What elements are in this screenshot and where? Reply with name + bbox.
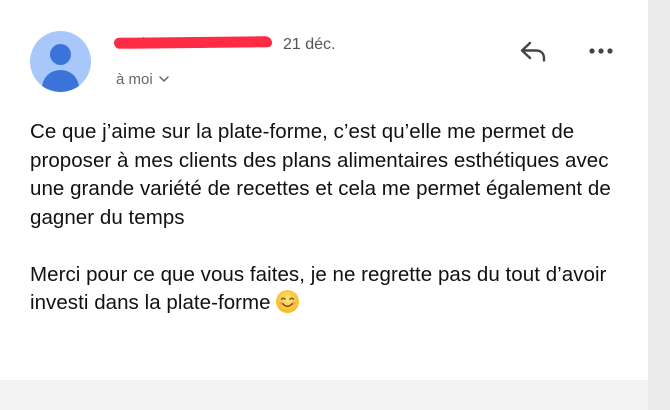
chevron-down-icon xyxy=(158,70,169,87)
sender-avatar[interactable] xyxy=(30,31,91,92)
reply-button[interactable] xyxy=(516,36,550,66)
more-vertical-dots-icon xyxy=(585,48,619,68)
window-edge-bottom xyxy=(0,380,648,410)
email-date: 21 déc. xyxy=(283,36,336,53)
sender-redaction-mark xyxy=(113,36,273,49)
avatar-head-shape xyxy=(50,44,71,65)
recipient-details-toggle[interactable]: à moi xyxy=(116,71,169,88)
more-options-button[interactable] xyxy=(585,38,619,64)
email-body: Ce que j’aime sur la plate-forme, c’est … xyxy=(30,118,630,318)
window-edge-right xyxy=(648,0,670,410)
email-body-paragraph-1: Ce que j’aime sur la plate-forme, c’est … xyxy=(30,120,611,229)
reply-icon xyxy=(516,41,550,70)
email-message-card: Marion Audet 21 déc. à moi Ce que j’aime… xyxy=(0,0,648,380)
smiling-face-icon xyxy=(275,289,300,314)
avatar-shoulders-shape xyxy=(42,70,79,92)
recipient-label: à moi xyxy=(116,71,153,88)
email-body-paragraph-2-text: Merci pour ce que vous faites, je ne reg… xyxy=(30,262,607,315)
email-body-paragraph-2: Merci pour ce que vous faites, je ne reg… xyxy=(30,261,630,318)
